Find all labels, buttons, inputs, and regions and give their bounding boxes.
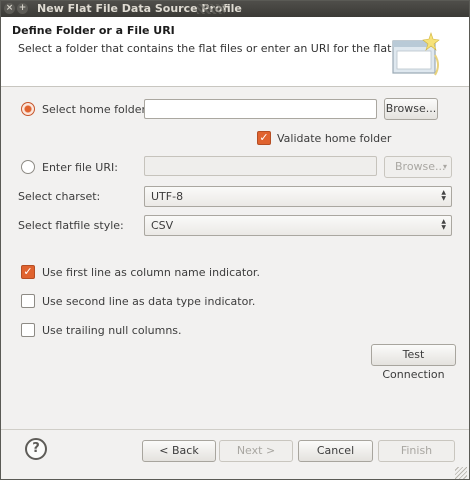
wizard-image-icon [392, 32, 440, 76]
footer-separator [1, 429, 469, 430]
chevron-down-icon: ▾ [442, 162, 447, 171]
close-icon[interactable]: × [4, 3, 15, 14]
flatfile-style-select[interactable]: CSV ▲ ▼ [144, 215, 452, 236]
banner-description: Select a folder that contains the flat f… [18, 42, 416, 55]
dialog-window: × + New Flat File Data Source Profile De… [0, 0, 470, 480]
charset-select[interactable]: UTF-8 ▲ ▼ [144, 186, 452, 207]
finish-button[interactable]: Finish [378, 440, 455, 462]
trailing-null-label: Use trailing null columns. [42, 324, 182, 337]
file-uri-label: Enter file URI: [42, 161, 118, 174]
spinner-arrows-icon: ▲ ▼ [441, 218, 446, 231]
home-folder-label: Select home folder: [42, 103, 150, 116]
trailing-null-checkbox[interactable] [21, 323, 35, 337]
first-line-checkbox[interactable]: ✓ [21, 265, 35, 279]
help-icon[interactable]: ? [25, 438, 47, 460]
back-button[interactable]: < Back [142, 440, 216, 462]
file-uri-input[interactable] [144, 156, 377, 176]
cancel-button[interactable]: Cancel [298, 440, 373, 462]
validate-home-folder-label: Validate home folder [277, 132, 392, 145]
second-line-label: Use second line as data type indicator. [42, 295, 256, 308]
file-uri-radio[interactable] [21, 160, 35, 174]
test-connection-button[interactable]: Test Connection [371, 344, 456, 381]
wizard-banner: Define Folder or a File URI Select a fol… [1, 17, 469, 87]
home-folder-input[interactable] [144, 99, 377, 119]
maximize-icon[interactable]: + [17, 3, 28, 14]
first-line-label: Use first line as column name indicator. [42, 266, 260, 279]
charset-value: UTF-8 [151, 190, 184, 203]
file-uri-browse-button[interactable]: Browse... ▾ [384, 156, 452, 178]
home-folder-radio[interactable] [21, 102, 35, 116]
next-button[interactable]: Next > [219, 440, 293, 462]
flatfile-style-value: CSV [151, 219, 174, 232]
charset-label: Select charset: [18, 190, 101, 203]
flatfile-style-label: Select flatfile style: [18, 219, 124, 232]
title-bar: × + New Flat File Data Source Profile [1, 1, 469, 17]
banner-title: Define Folder or a File URI [12, 24, 175, 37]
home-folder-browse-button[interactable]: Browse... [384, 98, 438, 120]
spinner-arrows-icon: ▲ ▼ [441, 189, 446, 202]
file-uri-browse-label: Browse... [395, 160, 446, 173]
title-grip [197, 4, 225, 14]
second-line-checkbox[interactable] [21, 294, 35, 308]
resize-grip[interactable] [455, 467, 467, 479]
validate-home-folder-checkbox[interactable]: ✓ [257, 131, 271, 145]
